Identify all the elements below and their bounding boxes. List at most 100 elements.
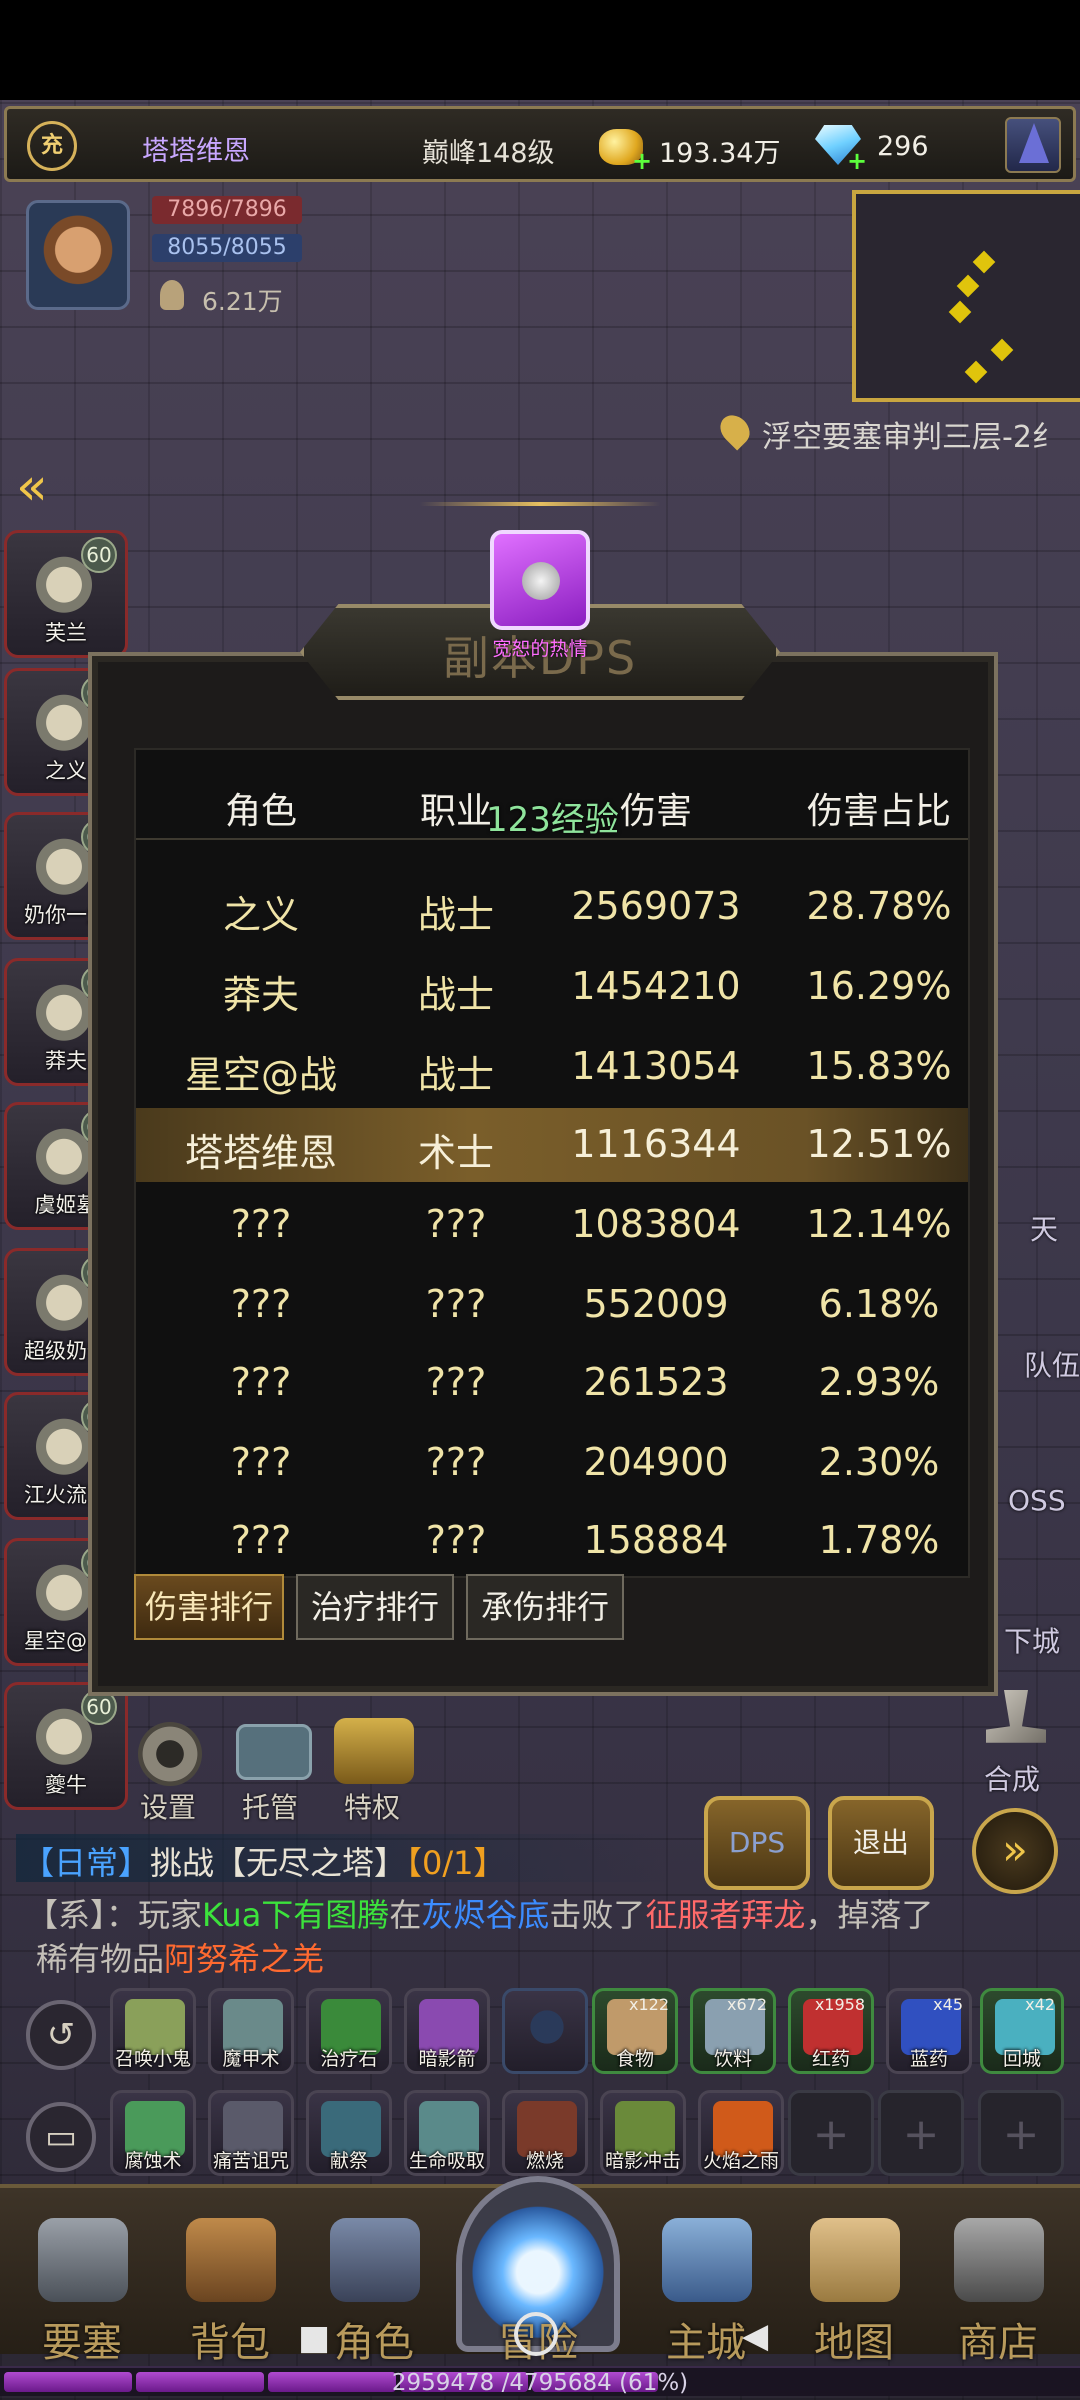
skill-slot[interactable]: 腐蚀术	[110, 2090, 196, 2176]
add-gold-icon[interactable]: +	[632, 147, 652, 175]
skill-slot[interactable]: 生命吸取	[404, 2090, 490, 2176]
skill-slot[interactable]: 燃烧	[502, 2090, 588, 2176]
system-recents-icon[interactable]: ■	[298, 2318, 330, 2358]
nav-fortress[interactable]: 要塞	[12, 2218, 152, 2366]
row-name: 莽夫	[222, 973, 299, 1017]
skill-slot[interactable]: 暗影箭	[404, 1988, 490, 2074]
tab-damage-rank[interactable]: 伤害排行	[134, 1574, 284, 1640]
row-share: 12.14%	[806, 1202, 952, 1246]
item-slot[interactable]: x42 回城	[980, 1988, 1064, 2074]
row-class: 战士	[417, 973, 494, 1017]
table-row: 星空@战 战士 1413054 15.83%	[136, 1030, 968, 1104]
row-class: 战士	[417, 893, 494, 937]
wizard-hat-icon[interactable]	[1005, 117, 1061, 173]
buff-icon[interactable]	[490, 530, 590, 630]
exp-gain-popup: 123经验	[486, 800, 619, 840]
swap-bar-icon[interactable]: ↺	[26, 2000, 96, 2070]
player-name: 塔塔维恩	[142, 136, 250, 167]
side-label[interactable]: 队伍	[1024, 1344, 1080, 1384]
fast-forward-icon[interactable]: »	[972, 1808, 1058, 1894]
sys-prefix: 【系】：玩家	[26, 1896, 203, 1934]
side-label[interactable]: 下城	[1004, 1620, 1060, 1660]
row-name: ???	[230, 1518, 292, 1562]
disabled-slot[interactable]	[502, 1988, 588, 2074]
row-share: 15.83%	[806, 1044, 952, 1088]
skill-slot[interactable]: 火焰之雨	[698, 2090, 784, 2176]
quest-count: 【0/1】	[406, 1844, 506, 1882]
minimap-marker	[990, 338, 1014, 362]
side-label[interactable]: 合成	[984, 1758, 1040, 1798]
daily-quest-line[interactable]: 【日常】挑战【无尽之塔】【0/1】	[22, 1838, 506, 1884]
skill-slot[interactable]: 魔甲术	[208, 1988, 294, 2074]
minimap-marker	[948, 300, 972, 324]
tab-tanking-rank[interactable]: 承伤排行	[466, 1574, 624, 1640]
player-level: 巅峰148级	[422, 138, 555, 169]
recharge-icon[interactable]: 充	[27, 121, 77, 171]
item-slot[interactable]: x1958 红药	[788, 1988, 874, 2074]
player-portrait[interactable]	[26, 200, 130, 310]
table-row-self: 塔塔维恩 术士 1116344 12.51%	[136, 1108, 968, 1182]
auto-manage-label[interactable]: 托管	[242, 1786, 298, 1826]
column-header: 伤害占比	[806, 791, 951, 832]
item-name: 回城	[1002, 2048, 1041, 2070]
empty-slot[interactable]: +	[878, 2090, 964, 2176]
settings-gear-icon[interactable]	[138, 1722, 202, 1786]
row-class: ???	[425, 1440, 487, 1484]
sys-monster: 征服者拜龙	[645, 1896, 806, 1934]
skill-slot[interactable]: 召唤小鬼	[110, 1988, 196, 2074]
party-member[interactable]: 60 芙兰	[4, 530, 128, 658]
nav-label: 要塞	[42, 2320, 122, 2366]
skill-name: 召唤小鬼	[114, 2048, 191, 2070]
nav-backpack[interactable]: 背包	[160, 2218, 300, 2366]
privilege-icon[interactable]	[334, 1718, 414, 1784]
minimap[interactable]	[852, 190, 1080, 402]
row-name: ???	[230, 1202, 292, 1246]
top-status-bar: 充 塔塔维恩 巅峰148级 + 193.34万 + 296	[4, 106, 1076, 182]
skill-name: 治疗石	[320, 2048, 378, 2070]
skill-slot[interactable]: 献祭	[306, 2090, 392, 2176]
table-row: ??? ??? 552009 6.18%	[136, 1268, 968, 1342]
settings-label[interactable]: 设置	[140, 1786, 196, 1826]
row-damage: 2569073	[571, 884, 741, 928]
empty-slot[interactable]: +	[978, 2090, 1064, 2176]
table-row: ??? ??? 158884 1.78%	[136, 1504, 968, 1576]
system-back-icon[interactable]: ◀	[742, 2316, 768, 2356]
skill-slot[interactable]: 治疗石	[306, 1988, 392, 2074]
dps-table[interactable]: 角色 职业 伤害 伤害占比 123经验 之义 战士 2569073 28.78%…	[134, 748, 970, 1578]
row-share: 16.29%	[806, 964, 952, 1008]
skill-name: 火焰之雨	[702, 2150, 779, 2172]
collapse-arrow-icon[interactable]: «	[16, 461, 70, 513]
backpack-icon	[186, 2218, 276, 2302]
row-name: 星空@战	[184, 1053, 337, 1097]
system-home-icon[interactable]	[514, 2312, 558, 2356]
side-label[interactable]: OSS	[1008, 1484, 1066, 1517]
row-share: 12.51%	[806, 1122, 952, 1166]
skill-name: 生命吸取	[408, 2150, 485, 2172]
party-member[interactable]: 60 夔牛	[4, 1682, 128, 1810]
side-label[interactable]: 天	[1030, 1208, 1058, 1248]
tab-healing-rank[interactable]: 治疗排行	[296, 1574, 454, 1640]
plus-icon: +	[812, 2109, 850, 2160]
nav-shop[interactable]: 商店	[928, 2218, 1068, 2366]
skill-name: 魔甲术	[222, 2048, 280, 2070]
sys-mid: 击败了	[549, 1896, 646, 1934]
minimap-marker	[964, 360, 988, 384]
item-slot[interactable]: x122 食物	[592, 1988, 678, 2074]
nav-map[interactable]: 地图	[784, 2218, 924, 2366]
exit-button[interactable]: 退出	[828, 1796, 934, 1890]
item-slot[interactable]: x672 饮料	[690, 1988, 776, 2074]
skill-name: 献祭	[329, 2150, 368, 2172]
trash-icon[interactable]: ▭	[26, 2102, 96, 2172]
skill-name: 暗影冲击	[604, 2150, 681, 2172]
sys-place: 灰烬谷底	[421, 1896, 550, 1934]
skill-slot[interactable]: 痛苦诅咒	[208, 2090, 294, 2176]
privilege-label[interactable]: 特权	[344, 1786, 400, 1826]
empty-slot[interactable]: +	[788, 2090, 874, 2176]
auto-manage-icon[interactable]	[236, 1724, 312, 1780]
dps-button[interactable]: DPS	[704, 1796, 810, 1890]
shop-icon	[954, 2218, 1044, 2302]
column-header: 角色	[224, 791, 297, 832]
item-slot[interactable]: x45 蓝药	[886, 1988, 972, 2074]
skill-slot[interactable]: 暗影冲击	[600, 2090, 686, 2176]
add-diamond-icon[interactable]: +	[847, 147, 867, 175]
